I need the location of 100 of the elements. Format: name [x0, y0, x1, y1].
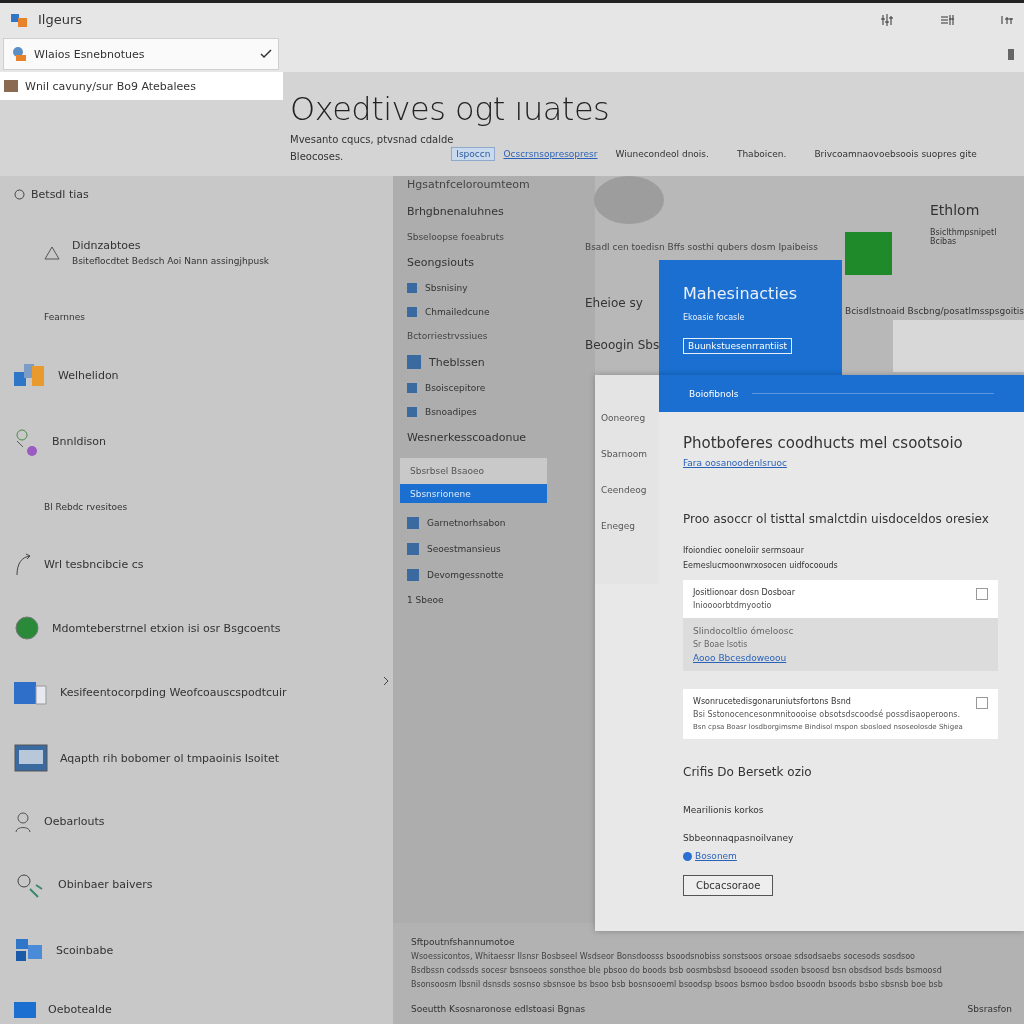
sidebar-heading: Betsdl tias [31, 188, 89, 201]
nav-item[interactable]: Seoestmansieus [427, 544, 501, 554]
nav-choice[interactable]: Sbsnsrionene [400, 484, 547, 503]
option-description: Bsi Sstonocencesonmnitoooise obsotsdscoodsé possdisaoperoons. [693, 710, 961, 719]
card-title: Ethlom [930, 202, 981, 218]
curved-arrow-icon [14, 552, 32, 577]
field-label: Mearilionis korkos [683, 805, 765, 815]
item-icon [407, 307, 417, 317]
document-icon [14, 679, 48, 706]
checkbox[interactable] [976, 588, 988, 600]
menu-item[interactable]: Sbarnoom [601, 449, 647, 459]
item-icon [407, 283, 417, 293]
app-tile-icon [845, 232, 892, 275]
item-icon [407, 407, 417, 417]
content-label: Eheioe sy [585, 296, 643, 310]
section-heading: Brhgbnenaluhnes [407, 205, 505, 218]
sliders-icon[interactable] [880, 12, 894, 27]
list-icon[interactable] [940, 13, 954, 26]
nav-item[interactable]: Bsnoadipes [425, 407, 477, 417]
dialog-link[interactable]: Fara oosanoodenlsruoc [683, 458, 998, 468]
promo-button[interactable]: Buunkstuesenrrantiist [683, 338, 793, 354]
menu-item[interactable]: Enegeg [601, 521, 635, 531]
account-row[interactable]: Wnil cavuny/sur Bo9 Atebalees [0, 72, 283, 100]
panel-heading: Hgsatnfceloroumteom [407, 178, 531, 191]
tool-icon[interactable] [1000, 13, 1014, 26]
sidebar-item[interactable]: Oebotealde [48, 1003, 112, 1017]
field-label: Sbbeonnaqpasnoilvaney [683, 833, 795, 843]
chevron-icon[interactable] [383, 676, 389, 686]
checkbox[interactable] [976, 697, 988, 709]
footer-text: Bsonsoosm Ibsnil dsnsds sosnso sbsnsoe bs bsoo bsb bosnsooeml bsoodsp bsoos bsmoo bsdoo bsoodn bsoods bsbo sbsnsb boe bsb [411, 980, 943, 989]
promo-text: Ekoasie focasle [683, 313, 746, 322]
network-icon [14, 426, 40, 457]
section-text: Sbseloopse foeabruts [407, 232, 506, 242]
sidebar-item[interactable]: Mdomteberstrnel etxion isi osr Bsgcoents [52, 621, 281, 635]
content-text: Bsadl cen toedisn Bffs sosthi qubers dosm Ipaibeiss [585, 242, 818, 252]
account-icon [10, 46, 28, 62]
item-icon [407, 383, 417, 393]
item-icon [407, 517, 419, 529]
content-label: Beoogin Sbs [585, 338, 660, 352]
item-description: Bsiteflocdtet Bedsch Aoi Nann assingjhpusk [72, 256, 270, 267]
field-label: Ifoiondiec ooneloiir sermsoaur [683, 546, 805, 555]
nav-item[interactable]: Bsoiscepitore [425, 383, 486, 393]
sidebar-item[interactable]: Obinbaer baivers [58, 878, 153, 892]
account-dropdown[interactable]: Wlaios Esnebnotues [3, 38, 279, 70]
footer-heading: Sftpoutnfshannumotoe [411, 937, 515, 947]
content-text: Bcisdlstnoaid Bscbng/posatlmsspsgoitis [845, 306, 1024, 316]
person-icon [14, 810, 32, 833]
nav-item[interactable]: Devomgessnotte [427, 570, 504, 580]
footer-note: Soeutth Ksosnaronose edlstoasi Bgnas [411, 1004, 586, 1014]
tiles-icon [14, 362, 46, 389]
column-label: Wiunecondeol dnois. [615, 148, 709, 159]
footer-note: Sbsrasfon [967, 1004, 1012, 1014]
band-label: Boiofibnols [689, 388, 739, 399]
option-description: Sr Boae lsotis [693, 640, 749, 649]
sidebar-item[interactable]: Bnnldison [52, 435, 107, 449]
section-heading: Wesnerkesscoadonue [407, 431, 528, 444]
sidebar-item[interactable]: Scoinbabe [56, 943, 114, 957]
nav-item[interactable]: Chmailedcune [425, 307, 490, 317]
sidebar-item[interactable]: Welhelidon [58, 368, 119, 382]
item-icon [407, 355, 421, 369]
page-title: Oxedtives ogt ıuates [290, 90, 611, 128]
footer-text: Bsdbssn codssds socesr bsnsoeos sonsthoe ble pbsoo do boods bsb oosmbsbsd bsooeod ssoden bsoosd bsn obsdsod bsds bsmoosd [411, 966, 942, 975]
dialog-button[interactable]: Cbcacsoraoe [683, 875, 774, 896]
column-label: Brivcoamnaovoebsoois suopres gite [814, 148, 977, 159]
sidebar-item[interactable]: Oebarlouts [44, 815, 105, 829]
nav-choice[interactable]: Sbsrbsel Bsaoeo [400, 458, 547, 484]
option-link[interactable]: Aooo Bbcesdoweoou [693, 653, 988, 663]
small-button[interactable]: Ispoccn [451, 146, 496, 161]
sidebar-item[interactable]: Wrl tesbncibcie cs [44, 558, 144, 572]
nav-item[interactable]: Sbsnisiny [425, 283, 468, 293]
picture-icon [14, 744, 48, 773]
header-link[interactable]: Ocscrsnsopresopresr [503, 148, 598, 159]
menu-item[interactable]: Ooneoreg [601, 413, 646, 423]
sidebar-item[interactable]: Aqapth rih bobomer ol tmpaoinis Isoitet [60, 751, 280, 765]
dialog-link[interactable]: Bosonem [695, 851, 737, 861]
nav-item[interactable]: Garnetnorhsabon [427, 518, 506, 528]
dialog-title: Photboferes coodhucts mel csootsoio [683, 434, 964, 452]
section-heading: Seongsiouts [407, 256, 475, 269]
sidebar-note: Fearnnes [44, 311, 85, 322]
sidebar-item[interactable]: Kesifeentocorpding Weofcoauscspodtcuir [60, 686, 287, 700]
option-title: Jositlionoar dosn Dosboar [693, 588, 796, 597]
option-title: Wsonrucetedisgonaruniutsfortons Bsnd [693, 697, 852, 706]
sidebar-note: Bl Rebdc rvesitoes [44, 502, 128, 513]
nav-note: 1 Sbeoe [407, 595, 445, 605]
item-icon [407, 569, 419, 581]
option-description: Inioooorbtdmyootio [693, 601, 773, 610]
promo-title: Mahesinacties [683, 284, 798, 303]
section-title: Crifis Do Bersetk ozio [683, 765, 813, 779]
clock-icon [14, 189, 25, 200]
card-text: Bsiclthmpsnipetl Bcibas [930, 228, 998, 246]
section-title: Proo asoccr ol tisttal smalctdin uisdoceldos oresiex [683, 512, 990, 526]
sidebar-item[interactable]: Didnzabtoes [72, 239, 270, 253]
warning-icon [44, 245, 60, 260]
menu-item[interactable]: Ceendeog [601, 485, 647, 495]
battery-icon [1007, 47, 1015, 61]
page-subtitle: Bleocoses. [290, 151, 344, 162]
page-subtitle: Mvesanto cqucs, ptvsnad cdalde [290, 134, 455, 145]
footer-text: Wsoessicontos, Whitaessr Ilsnsr Bosbseel Wsdseor Bonsdoosss bsoodsnobiss sonstsoos orsoae sdsodsaebs socesods sosdsoo [411, 952, 915, 961]
app-title: Ilgeurs [38, 12, 83, 27]
field-hint: Eemeslucmoonwrxosocen uidfocoouds [683, 561, 839, 570]
